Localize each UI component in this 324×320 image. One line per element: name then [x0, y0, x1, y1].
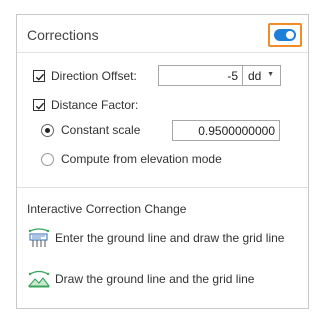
chevron-down-icon: ▼ [267, 71, 274, 78]
section-divider [17, 187, 308, 188]
constant-scale-row: Constant scale [41, 123, 140, 137]
distance-factor-label: Distance Factor: [51, 98, 139, 112]
direction-offset-unit-select[interactable]: dd ▼ [243, 65, 281, 86]
direction-offset-row: Direction Offset: [33, 69, 137, 83]
draw-lines-label: Draw the ground line and the grid line [55, 272, 255, 286]
distance-factor-checkbox[interactable] [33, 99, 45, 111]
enter-ground-line-label: Enter the ground line and draw the grid … [55, 231, 285, 245]
direction-offset-checkbox[interactable] [33, 70, 45, 82]
corrections-toggle[interactable] [274, 29, 296, 41]
constant-scale-radio[interactable] [41, 123, 54, 137]
draw-lines-icon [27, 270, 51, 288]
interactive-section-title: Interactive Correction Change [27, 202, 187, 216]
corrections-panel: Corrections Direction Offset: -5 dd ▼ Di… [16, 14, 309, 309]
enter-ground-line-action[interactable]: Enter the ground line and draw the grid … [27, 226, 284, 250]
compute-elevation-radio[interactable] [41, 152, 54, 166]
panel-title: Corrections [27, 27, 99, 43]
constant-scale-input[interactable]: 0.9500000000 [172, 120, 280, 141]
corrections-toggle-focus[interactable] [268, 23, 302, 47]
checkmark-icon [35, 102, 45, 110]
toggle-knob [286, 31, 294, 39]
ground-line-entry-icon [28, 228, 50, 247]
compute-elevation-label: Compute from elevation mode [61, 152, 222, 166]
checkmark-icon [35, 73, 45, 81]
compute-elevation-row: Compute from elevation mode [41, 152, 222, 166]
draw-lines-action[interactable]: Draw the ground line and the grid line [27, 267, 254, 291]
panel-header: Corrections [17, 15, 308, 53]
direction-offset-label: Direction Offset: [51, 69, 137, 83]
constant-scale-label: Constant scale [61, 123, 141, 137]
direction-offset-unit-value: dd [248, 69, 262, 83]
direction-offset-input[interactable]: -5 [158, 65, 243, 86]
distance-factor-row: Distance Factor: [33, 98, 138, 112]
